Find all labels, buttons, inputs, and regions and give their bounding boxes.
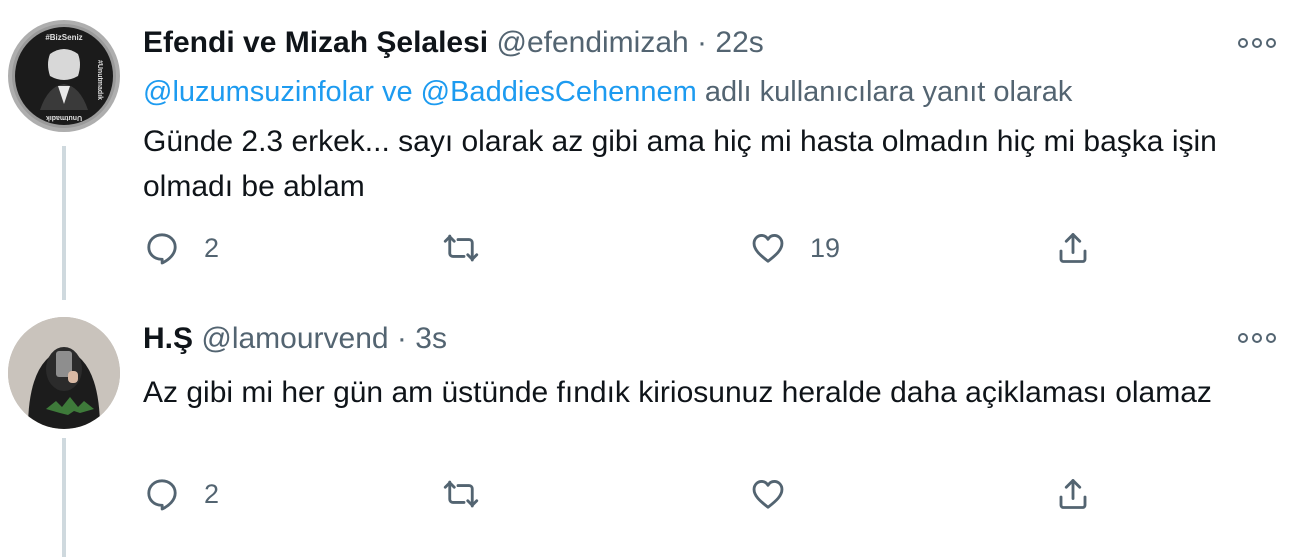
reply-count: 2 bbox=[204, 478, 220, 509]
avatar-image bbox=[8, 317, 120, 429]
replying-suffix: adlı kullanıcılara yanıt olarak bbox=[704, 76, 1073, 108]
reply-mentions[interactable]: @luzumsuzinfolar ve @BaddiesCehennem bbox=[143, 76, 697, 108]
tweet-text: Az gibi mi her gün am üstünde fındık kir… bbox=[143, 376, 1212, 409]
like-button[interactable] bbox=[750, 474, 810, 514]
share-icon bbox=[1055, 230, 1091, 266]
reply-button[interactable]: 2 bbox=[144, 228, 219, 268]
handle[interactable]: @lamourvend bbox=[201, 322, 388, 355]
avatar[interactable]: #BizSeniz Unutmadık #Unutmadık bbox=[8, 20, 120, 132]
tweet-actions: 2 19 bbox=[0, 228, 1297, 268]
like-icon bbox=[750, 230, 786, 266]
thread-line bbox=[62, 146, 66, 300]
avatar-caption-top: #BizSeniz bbox=[45, 33, 82, 42]
retweet-button[interactable] bbox=[443, 228, 503, 268]
tweet-text: Günde 2.3 erkek... sayı olarak az gibi a… bbox=[143, 125, 1217, 203]
retweet-icon bbox=[443, 230, 479, 266]
retweet-button[interactable] bbox=[443, 474, 503, 514]
avatar-caption-bottom: Unutmadık bbox=[46, 114, 82, 121]
timestamp[interactable]: 22s bbox=[715, 26, 763, 59]
tweet-actions: 2 bbox=[0, 474, 1297, 514]
avatar-image: #BizSeniz Unutmadık #Unutmadık bbox=[15, 27, 113, 125]
tweet-header: Efendi ve Mizah Şelalesi @efendimizah · … bbox=[143, 26, 764, 60]
share-button[interactable] bbox=[1055, 228, 1091, 268]
like-button[interactable]: 19 bbox=[750, 228, 840, 268]
share-button[interactable] bbox=[1055, 474, 1091, 514]
reply-icon bbox=[144, 476, 180, 512]
timestamp[interactable]: 3s bbox=[415, 322, 447, 355]
tweet-header: H.Ş @lamourvend · 3s bbox=[143, 322, 447, 356]
replying-to: @luzumsuzinfolar ve @BaddiesCehennem adl… bbox=[143, 76, 1072, 109]
reply-count: 2 bbox=[204, 232, 220, 263]
separator: · bbox=[396, 322, 407, 355]
handle[interactable]: @efendimizah bbox=[496, 26, 688, 59]
display-name[interactable]: Efendi ve Mizah Şelalesi bbox=[143, 26, 488, 59]
share-icon bbox=[1055, 476, 1091, 512]
like-count: 19 bbox=[810, 232, 841, 263]
reply-icon bbox=[144, 230, 180, 266]
reply-button[interactable]: 2 bbox=[144, 474, 219, 514]
tweet[interactable]: H.Ş @lamourvend · 3s Az gibi mi her gün … bbox=[0, 300, 1297, 557]
more-icon[interactable] bbox=[1235, 328, 1279, 348]
separator: · bbox=[697, 26, 708, 59]
retweet-icon bbox=[443, 476, 479, 512]
display-name[interactable]: H.Ş bbox=[143, 322, 193, 355]
avatar[interactable] bbox=[8, 317, 120, 429]
avatar-caption-side: #Unutmadık bbox=[96, 60, 103, 100]
like-icon bbox=[750, 476, 786, 512]
more-icon[interactable] bbox=[1235, 33, 1279, 53]
tweet[interactable]: #BizSeniz Unutmadık #Unutmadık Efendi ve… bbox=[0, 0, 1297, 300]
